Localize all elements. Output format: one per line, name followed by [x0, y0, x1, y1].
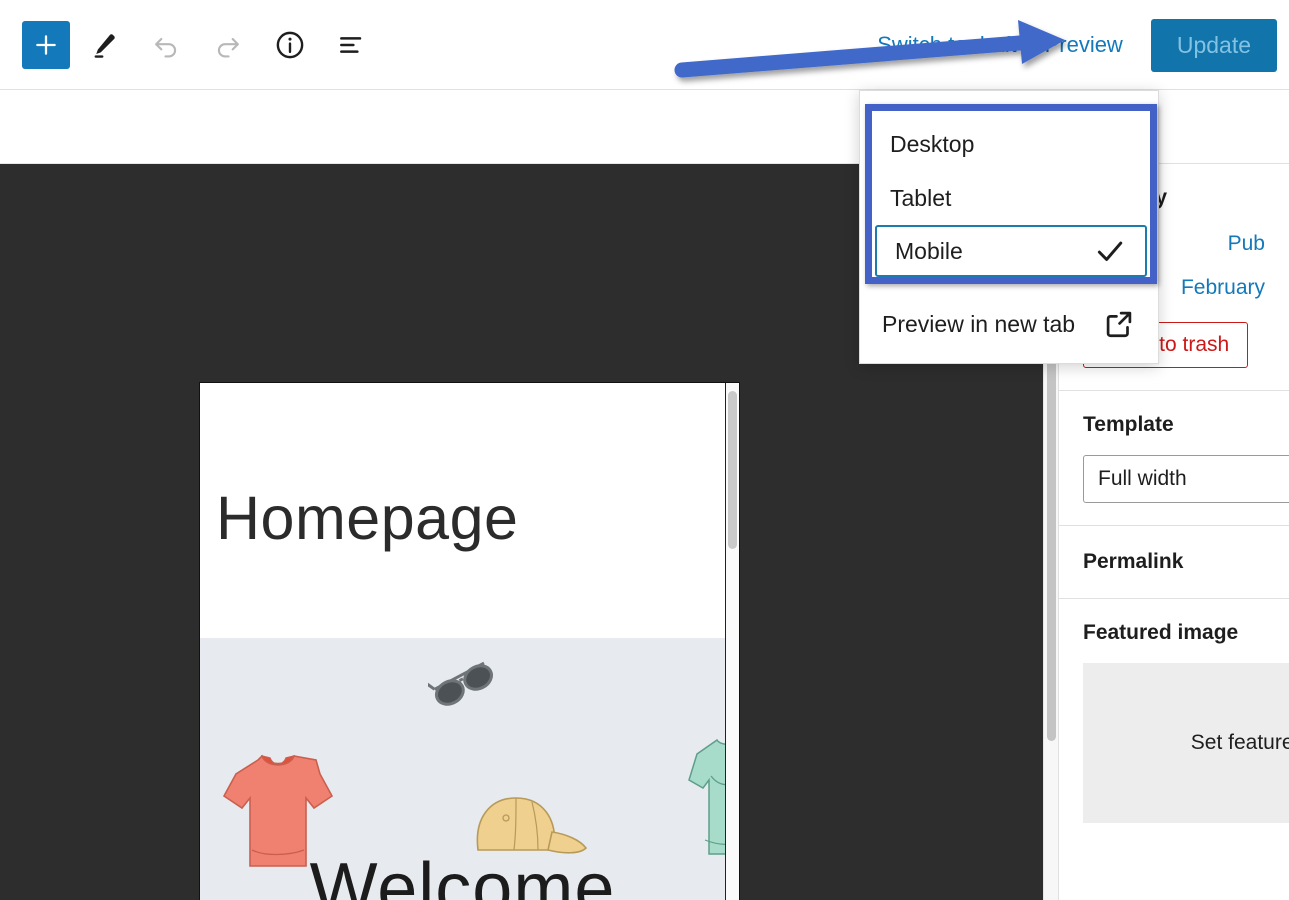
- preview-in-new-tab-label: Preview in new tab: [882, 311, 1075, 338]
- template-section: Template Full width: [1059, 391, 1289, 526]
- redo-button[interactable]: [200, 17, 256, 73]
- sunglasses-illustration: [428, 653, 500, 717]
- template-heading: Template: [1083, 413, 1265, 437]
- preview-inner-scrollbar[interactable]: [725, 383, 739, 900]
- preview-button[interactable]: Preview: [1031, 24, 1137, 66]
- plus-icon: [33, 32, 59, 58]
- checkmark-icon: [1093, 234, 1127, 268]
- toolbar-right-group: Switch to draft Preview Update: [863, 0, 1289, 90]
- preview-in-new-tab-item[interactable]: Preview in new tab: [860, 285, 1158, 363]
- switch-to-draft-button[interactable]: Switch to draft: [863, 24, 1030, 66]
- details-button[interactable]: [262, 17, 318, 73]
- tools-button[interactable]: [76, 17, 132, 73]
- toolbar-left-group: [0, 17, 380, 73]
- redo-icon: [212, 29, 244, 61]
- preview-option-tablet-label: Tablet: [890, 185, 951, 212]
- list-view-button[interactable]: [324, 17, 380, 73]
- editor-window: Switch to draft Preview Update Homepage: [0, 0, 1289, 900]
- featured-image-heading: Featured image: [1083, 621, 1265, 645]
- update-button[interactable]: Update: [1151, 19, 1277, 72]
- mint-shirt-illustration: [687, 736, 725, 856]
- publish-status-value[interactable]: Pub: [1228, 232, 1265, 256]
- site-content-band: Welcome This is your homepage which is w…: [200, 638, 725, 900]
- template-select[interactable]: Full width: [1083, 455, 1289, 503]
- preview-option-mobile-label: Mobile: [895, 238, 963, 265]
- site-title: Homepage: [216, 483, 518, 553]
- add-block-button[interactable]: [22, 21, 70, 69]
- permalink-section[interactable]: Permalink: [1059, 526, 1289, 599]
- mobile-preview-viewport: Homepage: [200, 383, 725, 900]
- device-options-highlight-annotation: Desktop Tablet Mobile: [865, 104, 1157, 284]
- pencil-icon: [89, 30, 119, 60]
- info-icon: [274, 29, 306, 61]
- undo-button[interactable]: [138, 17, 194, 73]
- preview-inner-scrollbar-thumb[interactable]: [728, 391, 737, 549]
- set-featured-image-button[interactable]: Set featured: [1083, 663, 1289, 823]
- welcome-heading: Welcome: [200, 848, 725, 900]
- editor-top-toolbar: Switch to draft Preview Update: [0, 0, 1289, 90]
- mobile-preview-frame: Homepage: [199, 382, 740, 900]
- list-view-icon: [336, 29, 368, 61]
- preview-option-desktop[interactable]: Desktop: [872, 117, 1150, 171]
- undo-icon: [150, 29, 182, 61]
- preview-option-mobile[interactable]: Mobile: [875, 225, 1147, 277]
- preview-option-desktop-label: Desktop: [890, 131, 974, 158]
- permalink-heading: Permalink: [1083, 550, 1265, 574]
- publish-date-value[interactable]: February: [1181, 276, 1265, 300]
- preview-dropdown-menu: Desktop Tablet Mobile Preview in new tab: [859, 90, 1159, 364]
- site-hero: Homepage: [200, 383, 725, 638]
- preview-option-tablet[interactable]: Tablet: [872, 171, 1150, 225]
- external-link-icon: [1102, 307, 1136, 341]
- featured-image-section: Featured image Set featured: [1059, 599, 1289, 845]
